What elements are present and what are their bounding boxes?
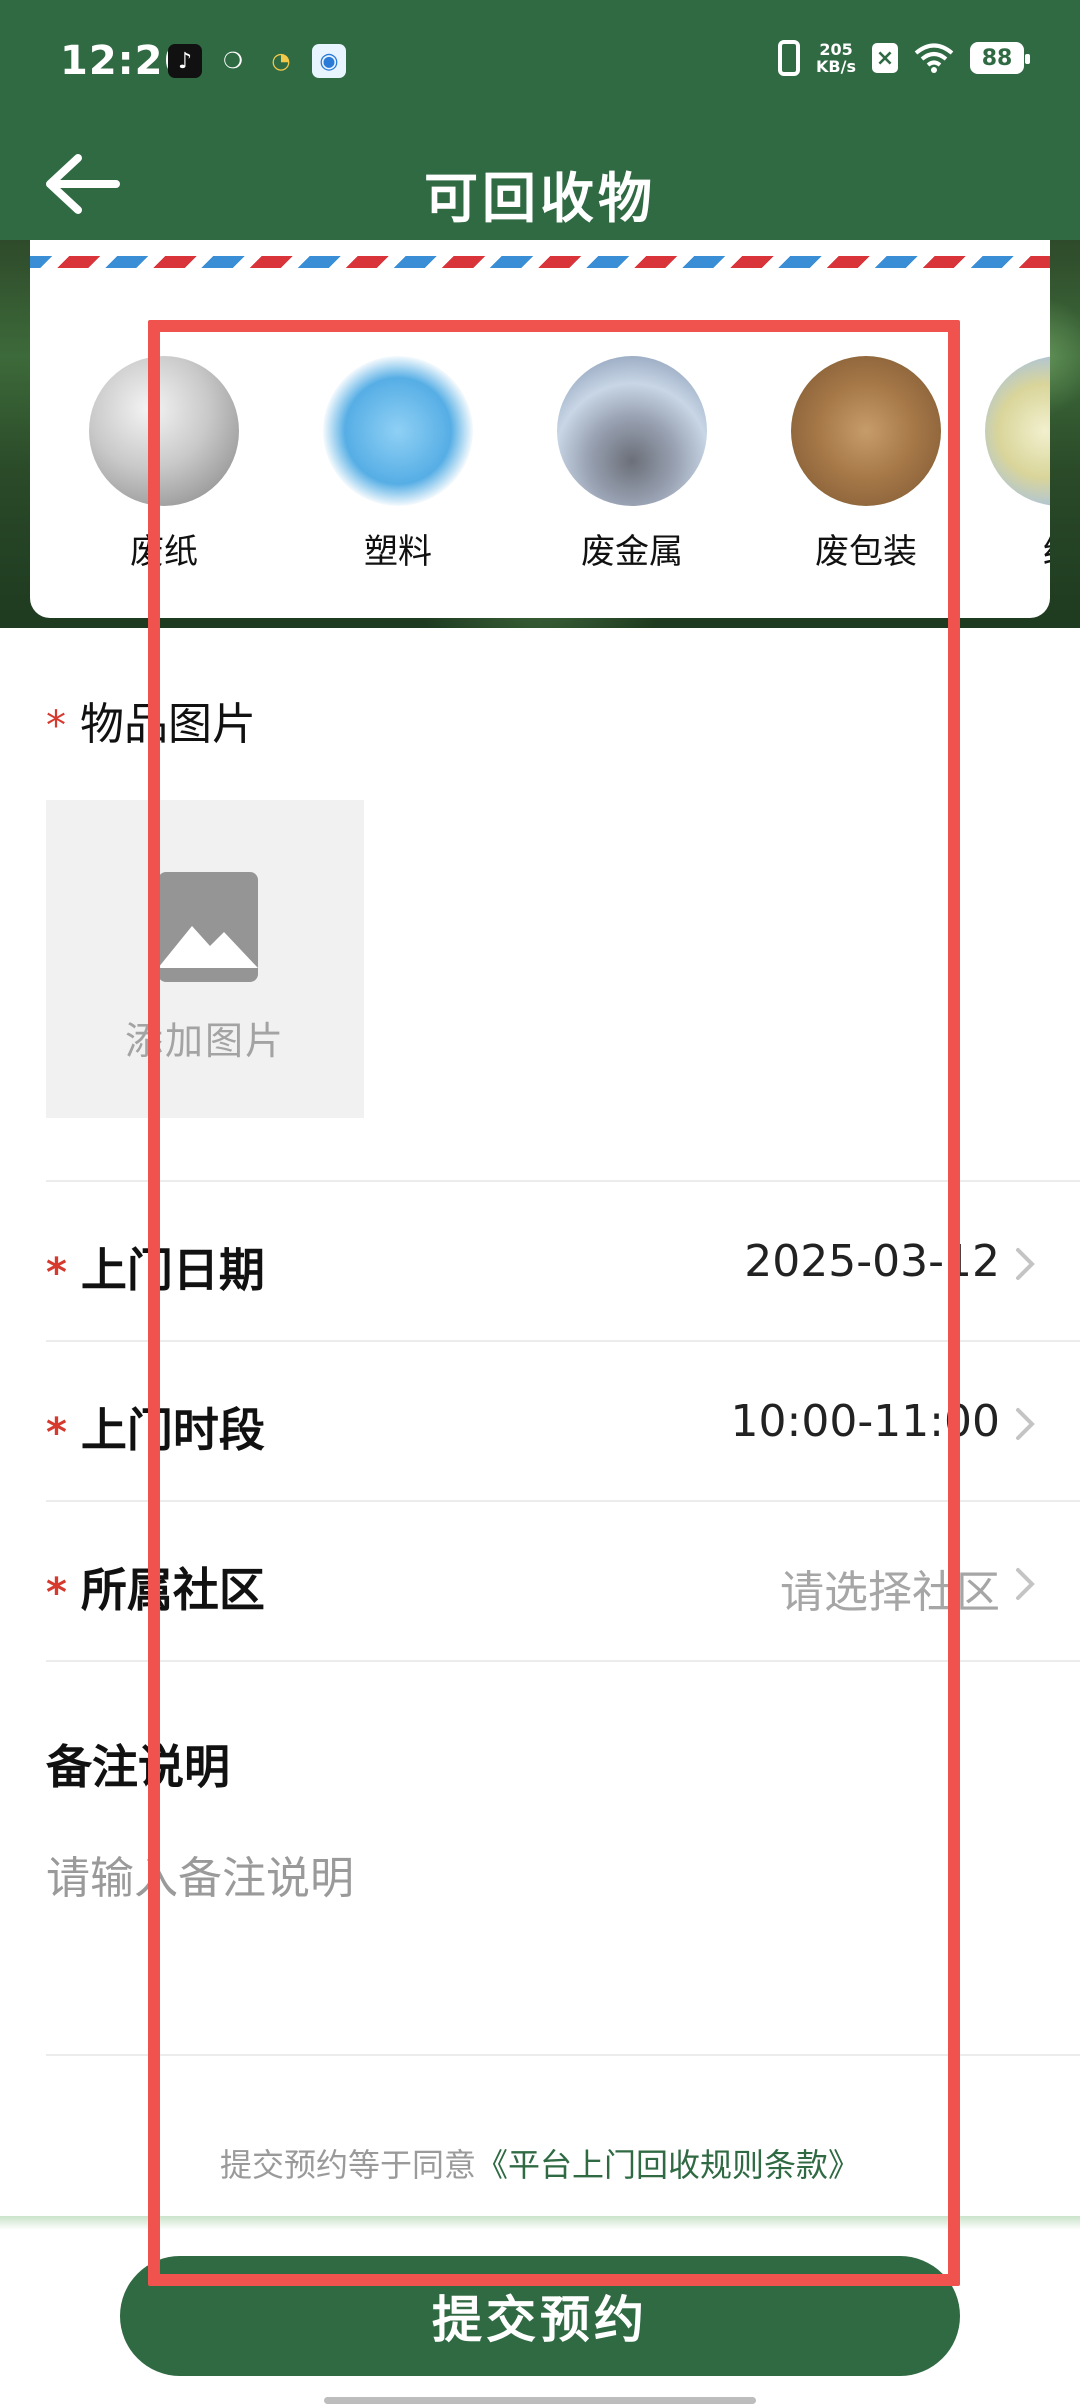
time-slot-value: 10:00-11:00 xyxy=(730,1396,1000,1447)
chevron-right-icon xyxy=(1016,1248,1035,1280)
chevron-right-icon xyxy=(1016,1408,1035,1440)
download-status-icon: ◔ xyxy=(271,48,291,74)
category-label: 废包装 xyxy=(815,532,917,572)
visit-date-value: 2025-03-12 xyxy=(744,1236,1000,1287)
row-divider xyxy=(46,1660,1080,1662)
crumpled-paper-icon xyxy=(89,356,239,506)
page-title: 可回收物 xyxy=(424,167,656,230)
visit-date-row[interactable]: * 上门日期 2025-03-12 xyxy=(46,1180,1080,1340)
category-item-packaging[interactable]: 废包装 xyxy=(776,356,956,573)
category-label: 纺 xyxy=(970,524,1050,573)
time-slot-label: * 上门时段 xyxy=(46,1394,265,1460)
submit-appointment-button[interactable]: 提交预约 xyxy=(120,2256,960,2376)
category-item-metal[interactable]: 废金属 xyxy=(542,356,722,573)
network-speed-unit: KB/s xyxy=(816,57,856,76)
remark-divider xyxy=(46,2054,1080,2056)
terms-link[interactable]: 《平台上门回收规则条款》 xyxy=(476,2146,860,2184)
network-speed: 205 KB/s xyxy=(816,41,856,75)
photo-section-title: * 物品图片 xyxy=(46,688,256,752)
wifi-icon xyxy=(914,43,954,73)
network-speed-value: 205 xyxy=(819,40,853,59)
tiktok-icon: ♪ xyxy=(168,44,202,78)
category-list[interactable]: 废纸 塑料 废金属 废包装 纺 xyxy=(30,240,1050,618)
category-item-plastic[interactable]: 塑料 xyxy=(308,356,488,573)
textile-icon xyxy=(985,356,1050,506)
add-photo-label: 添加图片 xyxy=(124,1019,285,1063)
required-mark: * xyxy=(46,1250,67,1296)
remark-input[interactable] xyxy=(46,1842,1036,2032)
category-card: 废纸 塑料 废金属 废包装 纺 xyxy=(30,240,1050,618)
bottom-bar-shadow xyxy=(0,2216,1080,2230)
battery-indicator: 88 xyxy=(970,42,1030,74)
home-indicator[interactable] xyxy=(324,2397,756,2404)
visit-date-label: * 上门日期 xyxy=(46,1234,265,1300)
agreement-text: 提交预约等于同意《平台上门回收规则条款》 xyxy=(0,2140,1080,2186)
system-status-icons: 205 KB/s × 88 xyxy=(778,40,1030,76)
vibrate-icon xyxy=(778,40,801,76)
community-label-text: 所属社区 xyxy=(80,1563,265,1617)
category-item-paper[interactable]: 废纸 xyxy=(74,356,254,573)
visit-date-label-text: 上门日期 xyxy=(80,1243,265,1297)
scrap-metal-icon xyxy=(557,356,707,506)
time-slot-row[interactable]: * 上门时段 10:00-11:00 xyxy=(46,1340,1080,1500)
community-placeholder: 请选择社区 xyxy=(780,1567,1000,1618)
time-slot-label-text: 上门时段 xyxy=(80,1403,265,1457)
add-photo-button[interactable]: 添加图片 xyxy=(46,800,364,1118)
plastic-bottles-icon xyxy=(323,356,473,506)
no-sim-icon: × xyxy=(872,43,898,73)
community-label: * 所属社区 xyxy=(46,1554,265,1620)
agreement-prefix: 提交预约等于同意 xyxy=(219,2146,476,2184)
required-mark: * xyxy=(46,703,66,749)
title-bar: 可回收物 xyxy=(0,128,1080,240)
remark-title: 备注说明 xyxy=(46,1740,230,1794)
browser-app-icon: ◉ xyxy=(312,44,346,78)
status-bar: 12:26 ♪ ❍ ◔ ◉ 205 KB/s × 88 xyxy=(0,0,1080,128)
category-item-textile[interactable]: 纺 xyxy=(970,356,1050,573)
required-mark: * xyxy=(46,1570,67,1616)
chevron-right-icon xyxy=(1016,1568,1035,1600)
category-label: 塑料 xyxy=(364,532,432,572)
leaf-app-icon: ❍ xyxy=(223,48,243,74)
cardboard-packaging-icon xyxy=(791,356,941,506)
category-label: 废纸 xyxy=(130,532,198,572)
photo-section-label: 物品图片 xyxy=(80,699,256,750)
notification-icons: ♪ ❍ ◔ ◉ xyxy=(168,44,346,78)
required-mark: * xyxy=(46,1410,67,1456)
category-label: 废金属 xyxy=(581,532,683,572)
image-placeholder-icon xyxy=(158,872,258,982)
community-row[interactable]: * 所属社区 请选择社区 xyxy=(46,1500,1080,1660)
